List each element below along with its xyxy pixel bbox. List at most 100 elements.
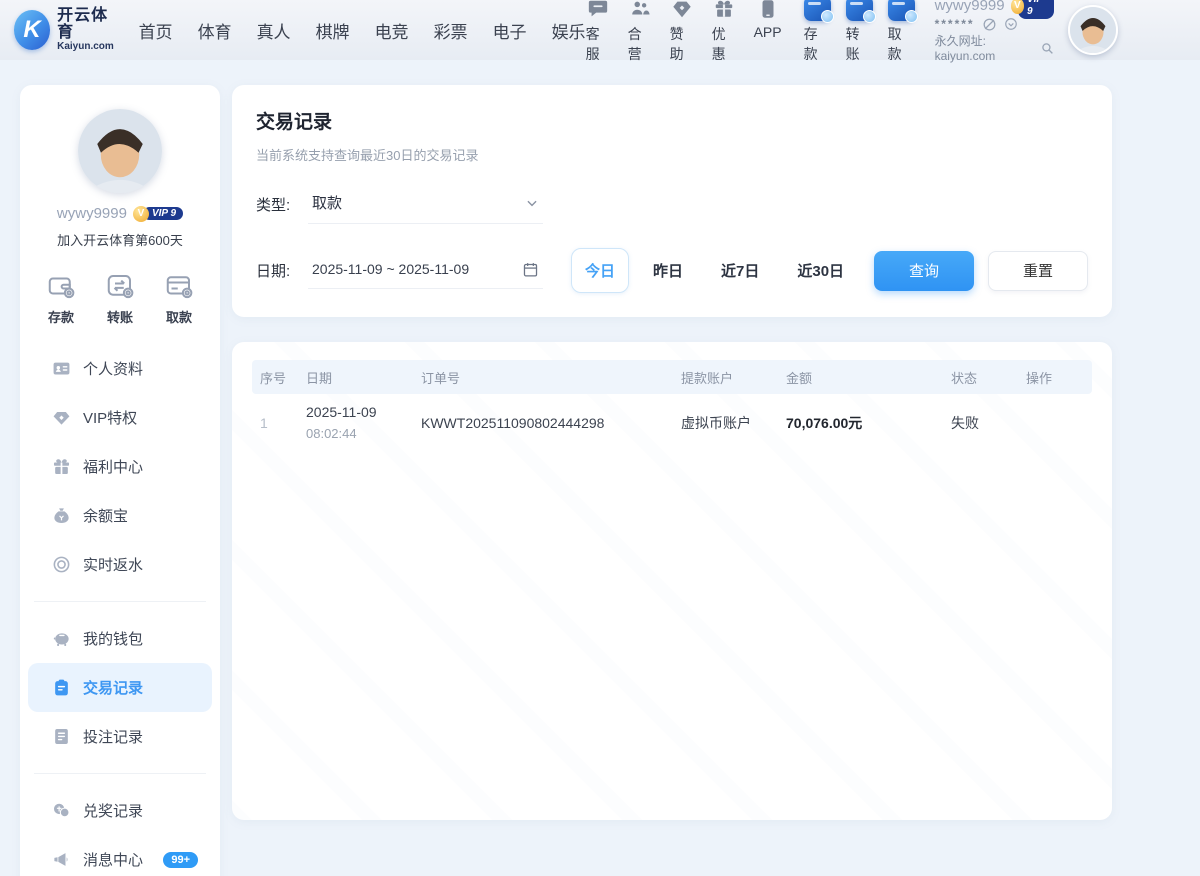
sidebar-item-rebate[interactable]: 实时返水: [28, 540, 212, 589]
brand-text: 开云体育 Kaiyun.com: [57, 8, 118, 52]
sidebar-withdraw-button[interactable]: 取款: [164, 271, 194, 326]
date-shortcut-group: 今日 昨日 近7日 近30日: [571, 248, 858, 293]
customer-service-button[interactable]: 客服: [586, 0, 610, 64]
transaction-record-icon: [52, 678, 71, 697]
sidebar-item-yuebao[interactable]: 余额宝: [28, 491, 212, 540]
transfer-button[interactable]: 转账: [846, 0, 873, 64]
sidebar-withdraw-label: 取款: [166, 307, 192, 326]
table-row: 1 2025-11-09 08:02:44 KWWT20251109080244…: [252, 394, 1092, 452]
col-status: 状态: [943, 368, 1018, 387]
sidebar-item-welfare[interactable]: 福利中心: [28, 442, 212, 491]
nav-lottery[interactable]: 彩票: [434, 18, 468, 43]
nav-casino[interactable]: 娱乐: [552, 18, 586, 43]
permanent-url-label: 永久网址: kaiyun.com: [935, 34, 1038, 63]
sponsor-button[interactable]: 赞助: [670, 0, 694, 64]
shortcut-yesterday[interactable]: 昨日: [639, 248, 697, 293]
nav-home[interactable]: 首页: [139, 18, 173, 43]
deposit-label: 存款: [804, 24, 831, 64]
username: wywy9999: [935, 0, 1005, 15]
promotions-label: 优惠: [712, 24, 736, 64]
date-range-input[interactable]: 2025-11-09 ~ 2025-11-09: [308, 253, 543, 289]
sidebar-item-wallet-label: 我的钱包: [83, 628, 143, 649]
megaphone-icon: [52, 850, 71, 869]
phone-icon: [756, 0, 780, 21]
vip-badge: V VIP 9: [1011, 0, 1054, 14]
customer-service-label: 客服: [586, 24, 610, 64]
sidebar-item-vip-label: VIP特权: [83, 407, 137, 428]
withdraw-label: 取款: [888, 24, 915, 64]
nav-esports[interactable]: 电竞: [375, 18, 409, 43]
sponsor-label: 赞助: [670, 24, 694, 64]
sidebar-vip-badge: V VIP 9: [133, 206, 183, 222]
search-button[interactable]: 查询: [874, 251, 974, 291]
gem-icon: [52, 408, 71, 427]
sidebar-item-prizes-label: 兑奖记录: [83, 800, 143, 821]
partnership-button[interactable]: 合营: [628, 0, 652, 64]
brand-logo[interactable]: K 开云体育 Kaiyun.com: [14, 8, 119, 52]
brand-logo-icon: K: [14, 10, 50, 50]
sidebar-item-wallet[interactable]: 我的钱包: [28, 614, 212, 663]
sidebar-item-profile[interactable]: 个人资料: [28, 344, 212, 393]
sidebar-item-messages[interactable]: 消息中心 99+: [28, 835, 212, 876]
piggy-bank-icon: [52, 629, 71, 648]
partners-icon: [628, 0, 652, 21]
shortcut-7days[interactable]: 近7日: [707, 248, 773, 293]
cell-status: 失败: [943, 413, 1018, 433]
transfer-label: 转账: [846, 24, 873, 64]
filter-card: 交易记录 当前系统支持查询最近30日的交易记录 类型: 取款 日期: 2025-…: [232, 85, 1112, 317]
type-select[interactable]: 取款: [308, 184, 543, 224]
brand-name: 开云体育: [57, 8, 118, 42]
sidebar-item-prizes[interactable]: 兑奖记录: [28, 786, 212, 835]
shortcut-30days[interactable]: 近30日: [783, 248, 858, 293]
deposit-button[interactable]: 存款: [804, 0, 831, 64]
service-icon-group: 客服 合营 赞助 优惠 APP: [586, 0, 782, 64]
page-content: wywy9999 V VIP 9 加入开云体育第600天 存款 转账: [0, 60, 1200, 876]
app-download-button[interactable]: APP: [754, 0, 782, 64]
avatar-image: [1070, 7, 1116, 53]
gift-icon: [712, 0, 736, 21]
page-subtitle: 当前系统支持查询最近30日的交易记录: [256, 145, 1088, 164]
sidebar-vip-level-label: VIP 9: [143, 207, 183, 220]
col-order-no: 订单号: [413, 368, 673, 387]
promotions-button[interactable]: 优惠: [712, 0, 736, 64]
col-amount: 金额: [778, 368, 943, 387]
sidebar-item-vip[interactable]: VIP特权: [28, 393, 212, 442]
sidebar-avatar[interactable]: [78, 109, 162, 193]
id-card-icon: [52, 359, 71, 378]
cell-index: 1: [252, 415, 298, 431]
bet-record-icon: [52, 727, 71, 746]
chevron-down-circle-icon[interactable]: [1004, 17, 1019, 32]
sidebar-item-profile-label: 个人资料: [83, 358, 143, 379]
sidebar-transfer-label: 转账: [107, 307, 133, 326]
date-label: 日期:: [256, 260, 308, 281]
calendar-icon: [522, 261, 539, 278]
partnership-label: 合营: [628, 24, 652, 64]
chevron-down-icon: [525, 196, 539, 210]
nav-slots[interactable]: 电子: [493, 18, 527, 43]
col-date: 日期: [298, 368, 413, 387]
sidebar-vip-gem-icon: V: [133, 206, 149, 222]
withdraw-button[interactable]: 取款: [888, 0, 915, 64]
magnifier-icon[interactable]: [1041, 42, 1054, 55]
masked-balance: ******: [935, 17, 975, 31]
shortcut-today[interactable]: 今日: [571, 248, 629, 293]
cell-date-day: 2025-11-09: [306, 404, 377, 420]
user-avatar[interactable]: [1068, 5, 1118, 55]
app-label: APP: [754, 24, 782, 40]
eye-off-icon[interactable]: [982, 17, 997, 32]
type-select-value: 取款: [312, 192, 342, 213]
sidebar-deposit-button[interactable]: 存款: [46, 271, 76, 326]
reset-button[interactable]: 重置: [988, 251, 1088, 291]
page-title: 交易记录: [256, 107, 1088, 134]
sidebar-transfer-button[interactable]: 转账: [105, 271, 135, 326]
user-info-block: wywy9999 V VIP 9 ****** 永久网址: kaiyun.com: [935, 0, 1054, 63]
sidebar-item-messages-label: 消息中心: [83, 849, 143, 870]
diamond-icon: [670, 0, 694, 21]
sidebar-item-bets[interactable]: 投注记录: [28, 712, 212, 761]
date-range-value: 2025-11-09 ~ 2025-11-09: [312, 261, 469, 277]
nav-live[interactable]: 真人: [257, 18, 291, 43]
nav-cards[interactable]: 棋牌: [316, 18, 350, 43]
col-account: 提款账户: [673, 368, 778, 387]
sidebar-item-transactions[interactable]: 交易记录: [28, 663, 212, 712]
nav-sports[interactable]: 体育: [198, 18, 232, 43]
